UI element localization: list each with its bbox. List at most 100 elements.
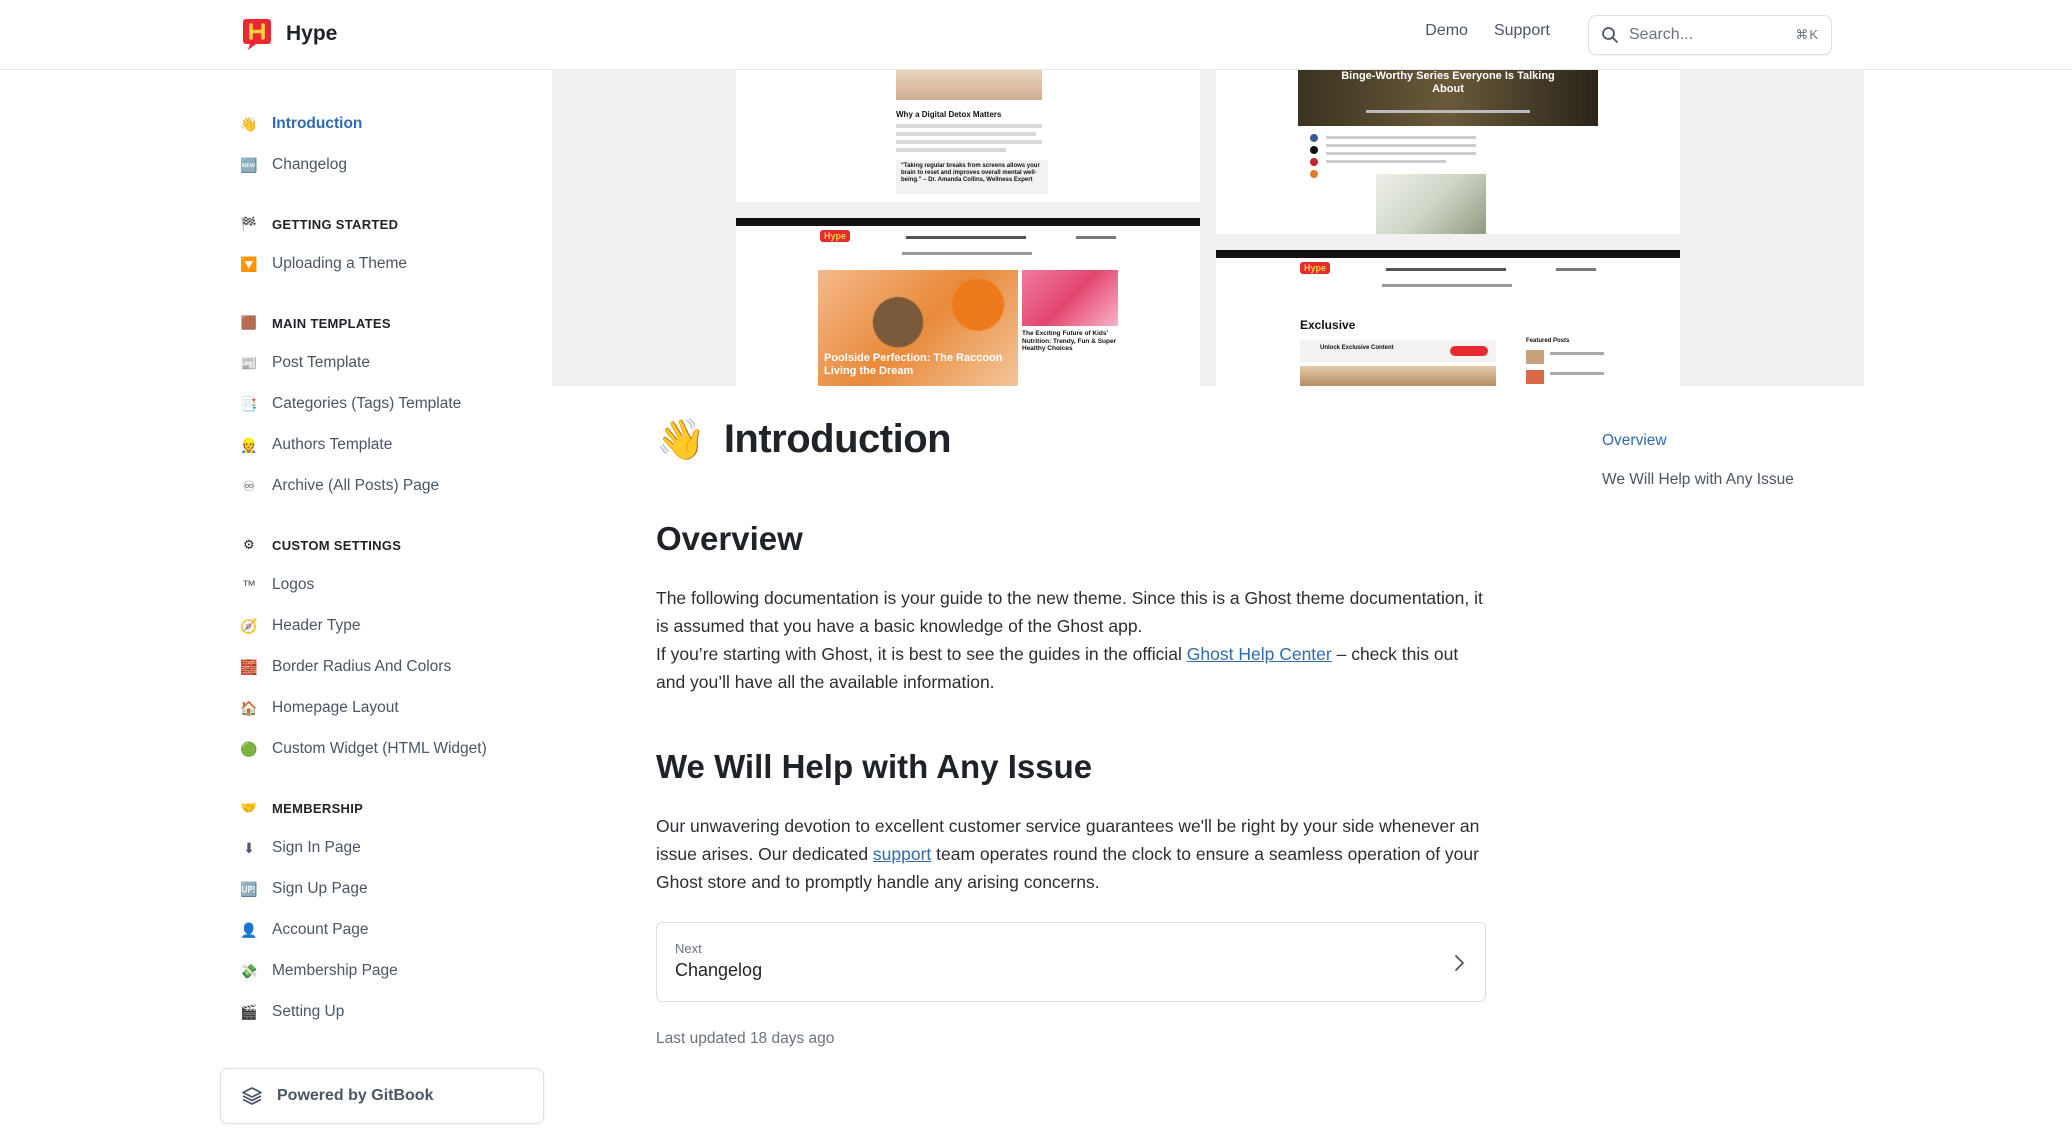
section-title: CUSTOM SETTINGS [272, 537, 402, 553]
sidebar-item-logos[interactable]: ™ Logos [240, 573, 314, 597]
support-link[interactable]: support [873, 844, 931, 864]
waving-hand-icon: 👋 [240, 116, 258, 132]
text-line [896, 124, 1042, 128]
support-link[interactable]: Support [1494, 22, 1550, 40]
feature-title: Poolside Perfection: The Raccoon Living … [824, 352, 1003, 377]
text-span: If you’re starting with Ghost, it is bes… [656, 644, 1187, 664]
gitbook-icon [242, 1087, 262, 1105]
sidebar-item-label: Logos [272, 576, 315, 593]
text-line [1550, 352, 1604, 355]
section-custom-settings: ⚙ CUSTOM SETTINGS [240, 534, 401, 556]
pinterest-icon [1310, 158, 1318, 166]
hype-logo-icon [243, 19, 271, 50]
compass-icon: 🧭 [240, 618, 258, 634]
mini-subnav [902, 252, 1032, 255]
unlock-button [1450, 346, 1488, 356]
announcement-bar [1216, 250, 1680, 258]
sidebar-item-sign-up-page[interactable]: 🆙 Sign Up Page [240, 877, 367, 901]
sidebar-item-post-template[interactable]: 📰 Post Template [240, 351, 370, 375]
checkered-flag-icon: 🏁 [240, 216, 258, 231]
exclusive-title: Exclusive [1300, 318, 1356, 332]
text-line [1326, 136, 1476, 139]
text-line [896, 132, 1036, 136]
powered-by-gitbook-button[interactable]: Powered by GitBook [220, 1068, 544, 1124]
user-icon: 👤 [240, 922, 258, 938]
sidebar-item-sign-in-page[interactable]: ⬇ Sign In Page [240, 836, 361, 860]
hero-image: Why a Digital Detox Matters "Taking regu… [552, 70, 1864, 386]
sidebar-item-homepage-layout[interactable]: 🏠 Homepage Layout [240, 696, 399, 720]
widget-icon: 🟢 [240, 741, 258, 757]
sidebar-item-label: Setting Up [272, 1003, 345, 1020]
sidebar-item-introduction[interactable]: 👋 Introduction [240, 112, 362, 136]
sidebar-item-label: Account Page [272, 921, 369, 938]
brand[interactable]: Hype [242, 14, 337, 54]
text-line [1326, 160, 1446, 163]
help-heading: We Will Help with Any Issue [656, 748, 1093, 785]
sidebar-item-label: Sign In Page [272, 839, 361, 856]
preview-homepage: Hype Poolside Perfection: The Raccoon Li… [736, 218, 1200, 386]
mini-logo: Hype [820, 230, 851, 242]
text-line [896, 148, 1006, 152]
down-arrow-icon: ⬇ [243, 840, 255, 856]
house-icon: 🏠 [240, 700, 258, 716]
sidebar-item-authors-template[interactable]: 👷 Authors Template [240, 433, 392, 457]
toc-item-help[interactable]: We Will Help with Any Issue [1602, 471, 1794, 489]
article-photo [896, 70, 1042, 100]
side-title: The Exciting Future of Kids' Nutrition: … [1022, 330, 1117, 352]
mini-logo: Hype [1300, 262, 1331, 274]
text-line [1326, 152, 1476, 155]
preview-exclusive-page: Hype Exclusive Unlock Exclusive Content … [1216, 250, 1680, 386]
sidebar-item-label: Introduction [272, 115, 363, 132]
sidebar-item-membership-page[interactable]: 💸 Membership Page [240, 959, 398, 983]
exclusive-photo [1300, 366, 1496, 386]
sidebar-item-account-page[interactable]: 👤 Account Page [240, 918, 369, 942]
sidebar-item-uploading-theme[interactable]: 🔽 Uploading a Theme [240, 252, 407, 276]
mini-actions [1076, 236, 1116, 239]
sidebar-item-label: Categories (Tags) Template [272, 395, 462, 412]
sidebar-item-label: Custom Widget (HTML Widget) [272, 740, 487, 757]
next-title: Changelog [675, 960, 763, 980]
sidebar: 👋 Introduction 🆕 Changelog 🏁 GETTING STA… [228, 70, 550, 1142]
clapper-board-icon: 🎬 [240, 1004, 258, 1020]
side-photo [1022, 270, 1118, 326]
search-icon [1602, 27, 1618, 43]
page-title: 👋 Introduction [656, 416, 952, 463]
overview-paragraph-1: The following documentation is your guid… [656, 588, 1483, 636]
article-quote: "Taking regular breaks from screens allo… [896, 160, 1048, 194]
x-icon [1310, 146, 1318, 154]
next-page-button[interactable]: Next Changelog [656, 922, 1486, 1002]
help-paragraph: Our unwavering devotion to excellent cus… [656, 812, 1486, 896]
page-title-text: Introduction [723, 417, 952, 461]
sidebar-item-label: Post Template [272, 354, 370, 371]
featured-posts-label: Featured Posts [1526, 338, 1570, 344]
brick-icon: 🟫 [240, 315, 258, 330]
ghost-help-center-link[interactable]: Ghost Help Center [1187, 644, 1332, 664]
up-badge-icon: 🆙 [240, 881, 258, 897]
sidebar-item-label: Homepage Layout [272, 699, 399, 716]
money-wings-icon: 💸 [240, 963, 258, 979]
sidebar-item-label: Changelog [272, 156, 347, 173]
sidebar-item-categories-template[interactable]: 📑 Categories (Tags) Template [240, 392, 461, 416]
sidebar-item-setting-up[interactable]: 🎬 Setting Up [240, 1000, 344, 1024]
sidebar-item-custom-widget[interactable]: 🟢 Custom Widget (HTML Widget) [240, 737, 487, 761]
sidebar-item-header-type[interactable]: 🧭 Header Type [240, 614, 360, 638]
featured-thumb [1526, 350, 1544, 364]
unlock-text: Unlock Exclusive Content [1320, 345, 1394, 351]
sidebar-item-border-radius[interactable]: 🧱 Border Radius And Colors [240, 655, 451, 679]
sidebar-item-changelog[interactable]: 🆕 Changelog [240, 153, 347, 177]
text-line [1550, 372, 1604, 375]
top-bar: Hype Demo Support Search... ⌘K [0, 0, 2072, 70]
demo-link[interactable]: Demo [1425, 22, 1468, 40]
preview-article-series: Binge-Worthy Series Everyone Is Talking … [1216, 70, 1680, 234]
share-icon [1310, 170, 1318, 178]
search-shortcut: ⌘K [1795, 27, 1819, 42]
text-line [896, 140, 1042, 144]
sidebar-item-archive-page[interactable]: ♾ Archive (All Posts) Page [240, 474, 439, 498]
text-line [1326, 144, 1476, 147]
toc-item-overview[interactable]: Overview [1602, 432, 1667, 450]
sidebar-item-label: Archive (All Posts) Page [272, 477, 440, 494]
waving-hand-icon: 👋 [656, 418, 706, 462]
trademark-icon: ™ [242, 577, 256, 593]
search-input[interactable]: Search... ⌘K [1588, 15, 1832, 55]
bookmark-tabs-icon: 📑 [240, 396, 258, 412]
